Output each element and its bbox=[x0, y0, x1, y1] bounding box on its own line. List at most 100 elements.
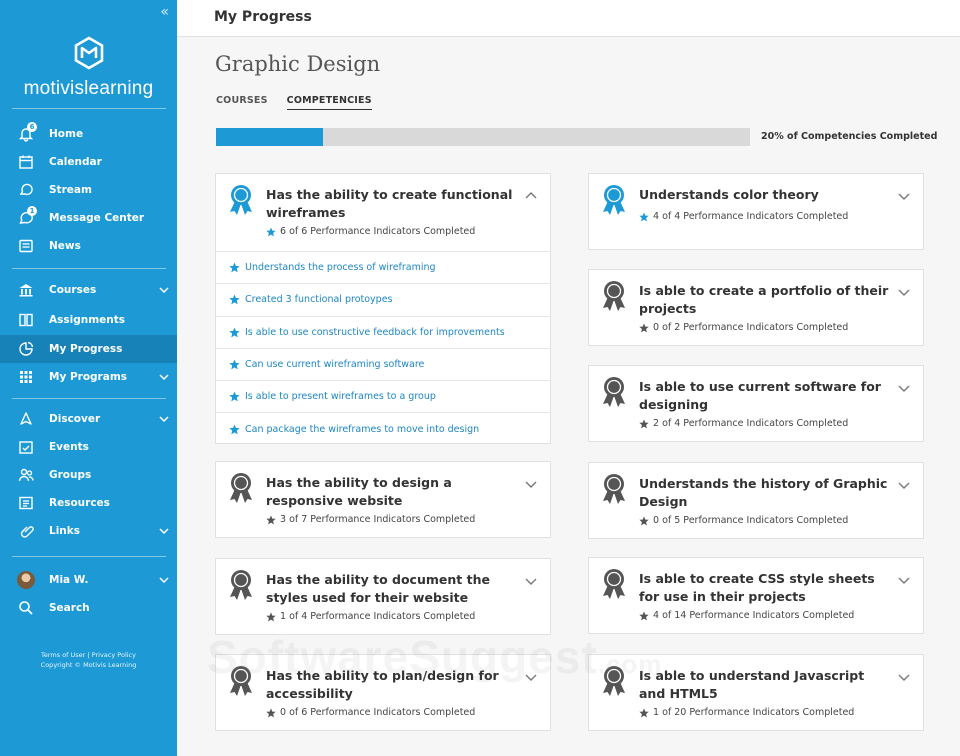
sidebar-item-label: Message Center bbox=[49, 212, 145, 224]
star-icon bbox=[639, 418, 649, 428]
sidebar-item-my-progress[interactable]: My Progress bbox=[0, 335, 177, 363]
competency-title: Is able to understand Javascript and HTM… bbox=[639, 668, 865, 701]
sidebar-item-calendar[interactable]: Calendar bbox=[0, 148, 177, 176]
competency-card[interactable]: Is able to use current software for desi… bbox=[588, 365, 924, 442]
chevron-down-icon[interactable] bbox=[897, 381, 911, 395]
sidebar-item-home[interactable]: 6 Home bbox=[0, 120, 177, 148]
tab-courses[interactable]: COURSES bbox=[216, 95, 268, 110]
sidebar-item-search[interactable]: Search bbox=[0, 594, 177, 622]
sidebar: « motivislearning 6 Home Calendar Stream… bbox=[0, 0, 177, 756]
competency-title: Understands the history of Graphic Desig… bbox=[639, 476, 888, 509]
list-item[interactable]: Is able to present wireframes to a group bbox=[216, 380, 550, 412]
chevron-up-icon[interactable] bbox=[524, 189, 538, 203]
chevron-down-icon[interactable] bbox=[158, 525, 170, 537]
divider bbox=[12, 398, 166, 399]
chevron-down-icon[interactable] bbox=[158, 284, 170, 296]
star-icon bbox=[639, 610, 649, 620]
sidebar-item-resources[interactable]: Resources bbox=[0, 489, 177, 517]
divider bbox=[12, 268, 166, 269]
status-text: 4 of 14 Performance Indicators Completed bbox=[653, 610, 855, 621]
chevron-down-icon[interactable] bbox=[524, 477, 538, 491]
sidebar-item-message-center[interactable]: 1 Message Center bbox=[0, 204, 177, 232]
competency-card: Has the ability to create functional wir… bbox=[215, 173, 551, 444]
competency-title: Is able to use current software for desi… bbox=[639, 379, 881, 412]
star-icon bbox=[266, 707, 276, 717]
award-ribbon-icon bbox=[230, 185, 252, 215]
competency-card[interactable]: Has the ability to document the styles u… bbox=[215, 558, 551, 635]
sidebar-item-courses[interactable]: Courses bbox=[0, 276, 177, 304]
competency-card[interactable]: Is able to create a portfolio of their p… bbox=[588, 269, 924, 346]
award-ribbon-icon bbox=[603, 569, 625, 599]
indicator-text: Created 3 functional protoypes bbox=[245, 294, 393, 306]
sidebar-footer: Terms of User | Privacy Policy Copyright… bbox=[0, 650, 177, 670]
chevron-down-icon[interactable] bbox=[524, 574, 538, 588]
sidebar-item-discover[interactable]: Discover bbox=[0, 405, 177, 433]
divider bbox=[12, 108, 166, 109]
sidebar-item-label: Links bbox=[49, 525, 80, 537]
sidebar-item-groups[interactable]: Groups bbox=[0, 461, 177, 489]
indicator-text: Understands the process of wireframing bbox=[245, 262, 436, 274]
list-item[interactable]: Can use current wireframing software bbox=[216, 347, 550, 380]
award-ribbon-icon bbox=[603, 281, 625, 311]
chat-icon bbox=[17, 181, 35, 199]
assignments-icon bbox=[17, 311, 35, 329]
discover-icon bbox=[17, 410, 35, 428]
collapse-sidebar-button[interactable]: « bbox=[160, 4, 169, 20]
avatar bbox=[17, 571, 35, 589]
sidebar-item-news[interactable]: News bbox=[0, 232, 177, 260]
list-item[interactable]: Is able to use constructive feedback for… bbox=[216, 315, 550, 348]
chevron-down-icon[interactable] bbox=[897, 478, 911, 492]
sidebar-item-my-programs[interactable]: My Programs bbox=[0, 363, 177, 391]
sidebar-item-label: News bbox=[49, 240, 81, 252]
competency-status: 6 of 6 Performance Indicators Completed bbox=[266, 226, 475, 237]
star-icon bbox=[266, 514, 276, 524]
competency-status: 1 of 4 Performance Indicators Completed bbox=[266, 611, 475, 622]
progress-fill bbox=[216, 128, 323, 146]
indicator-text: Is able to present wireframes to a group bbox=[245, 391, 436, 403]
chevron-down-icon[interactable] bbox=[158, 413, 170, 425]
competency-status: 4 of 14 Performance Indicators Completed bbox=[639, 610, 854, 621]
groups-icon bbox=[17, 466, 35, 484]
watermark: SoftwareSuggest.com bbox=[207, 630, 662, 684]
header-title: My Progress bbox=[214, 9, 312, 25]
logo-text: motivislearning bbox=[23, 78, 154, 99]
sidebar-item-events[interactable]: Events bbox=[0, 433, 177, 461]
list-item[interactable]: Understands the process of wireframing bbox=[216, 251, 550, 283]
chevron-down-icon[interactable] bbox=[897, 189, 911, 203]
sidebar-item-stream[interactable]: Stream bbox=[0, 176, 177, 204]
chevron-down-icon[interactable] bbox=[897, 670, 911, 684]
competency-card[interactable]: Is able to create CSS style sheets for u… bbox=[588, 557, 924, 634]
competency-status: 4 of 4 Performance Indicators Completed bbox=[639, 211, 848, 222]
sidebar-item-links[interactable]: Links bbox=[0, 517, 177, 545]
competency-progress-bar bbox=[216, 128, 750, 146]
chevron-down-icon[interactable] bbox=[158, 574, 170, 586]
tabs: COURSES COMPETENCIES bbox=[216, 95, 372, 110]
user-name: Mia W. bbox=[49, 574, 89, 586]
chevron-down-icon[interactable] bbox=[897, 285, 911, 299]
sidebar-item-label: Events bbox=[49, 441, 89, 453]
sidebar-item-label: Courses bbox=[49, 284, 97, 296]
watermark-suffix: .com bbox=[597, 649, 663, 679]
competency-status: 1 of 20 Performance Indicators Completed bbox=[639, 707, 854, 718]
competency-card[interactable]: Understands color theory 4 of 4 Performa… bbox=[588, 173, 924, 250]
competency-status: 0 of 2 Performance Indicators Completed bbox=[639, 322, 848, 333]
status-text: 1 of 4 Performance Indicators Completed bbox=[280, 611, 476, 622]
list-item[interactable]: Created 3 functional protoypes bbox=[216, 283, 550, 315]
divider bbox=[12, 556, 166, 557]
sidebar-item-user[interactable]: Mia W. bbox=[0, 566, 177, 594]
star-icon bbox=[229, 424, 240, 434]
logo-icon bbox=[74, 36, 103, 70]
competency-card[interactable]: Understands the history of Graphic Desig… bbox=[588, 462, 924, 539]
competency-title: Understands color theory bbox=[639, 187, 819, 202]
sidebar-item-assignments[interactable]: Assignments bbox=[0, 306, 177, 334]
terms-privacy-links[interactable]: Terms of User | Privacy Policy bbox=[0, 650, 177, 660]
calendar-icon bbox=[17, 153, 35, 171]
chevron-down-icon[interactable] bbox=[158, 371, 170, 383]
progress-icon bbox=[17, 340, 35, 358]
competency-card[interactable]: Has the ability to design a responsive w… bbox=[215, 461, 551, 538]
tab-competencies[interactable]: COMPETENCIES bbox=[286, 95, 372, 110]
list-item[interactable]: Can package the wireframes to move into … bbox=[216, 412, 550, 444]
chevron-down-icon[interactable] bbox=[897, 573, 911, 587]
status-text: 0 of 5 Performance Indicators Completed bbox=[653, 515, 849, 526]
award-ribbon-icon bbox=[230, 473, 252, 503]
